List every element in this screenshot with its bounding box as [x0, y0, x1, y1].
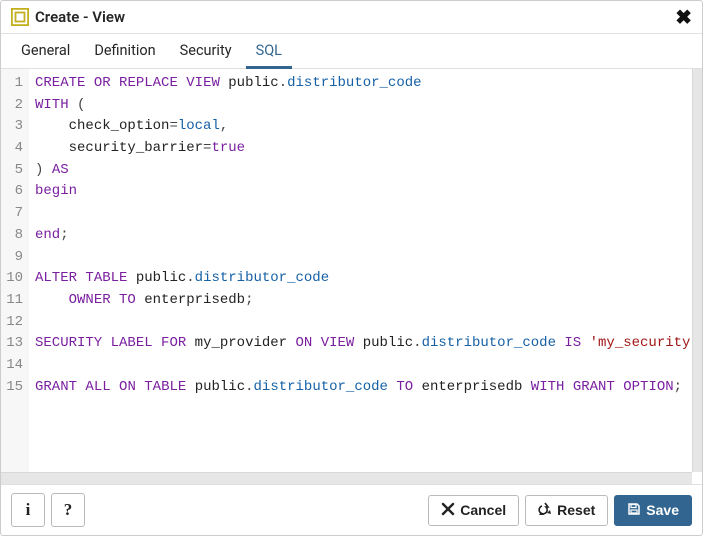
create-view-dialog: Create - View ✖ General Definition Secur… [0, 0, 703, 536]
reset-button[interactable]: Reset [525, 495, 608, 526]
cancel-label: Cancel [460, 502, 506, 518]
line-number-gutter: 1 2 3 4 5 6 7 8 9 10 11 12 13 14 15 [1, 69, 29, 472]
info-button[interactable]: i [11, 493, 45, 527]
save-label: Save [646, 502, 679, 518]
sql-editor-scroll[interactable]: 1 2 3 4 5 6 7 8 9 10 11 12 13 14 15 CREA… [1, 69, 692, 472]
scrollbar-vertical[interactable] [692, 69, 702, 472]
help-button[interactable]: ? [51, 493, 85, 527]
tab-general[interactable]: General [11, 34, 80, 69]
tab-bar: General Definition Security SQL [1, 34, 702, 69]
dialog-title: Create - View [35, 8, 125, 26]
help-icon: ? [64, 500, 73, 520]
save-icon [627, 502, 641, 519]
tab-security[interactable]: Security [170, 34, 242, 69]
tab-definition[interactable]: Definition [84, 34, 165, 69]
view-icon [11, 8, 29, 26]
scrollbar-horizontal[interactable] [1, 472, 692, 484]
sql-editor: 1 2 3 4 5 6 7 8 9 10 11 12 13 14 15 CREA… [1, 69, 702, 472]
reset-label: Reset [557, 502, 595, 518]
dialog-header: Create - View ✖ [1, 1, 702, 34]
close-icon [441, 502, 455, 519]
tab-sql[interactable]: SQL [246, 34, 292, 69]
sql-code[interactable]: CREATE OR REPLACE VIEW public.distributo… [29, 69, 692, 472]
dialog-footer: i ? Cancel Reset Save [1, 484, 702, 535]
info-icon: i [26, 500, 31, 520]
save-button[interactable]: Save [614, 495, 692, 526]
cancel-button[interactable]: Cancel [428, 495, 519, 526]
close-icon[interactable]: ✖ [675, 7, 692, 27]
recycle-icon [538, 502, 552, 519]
